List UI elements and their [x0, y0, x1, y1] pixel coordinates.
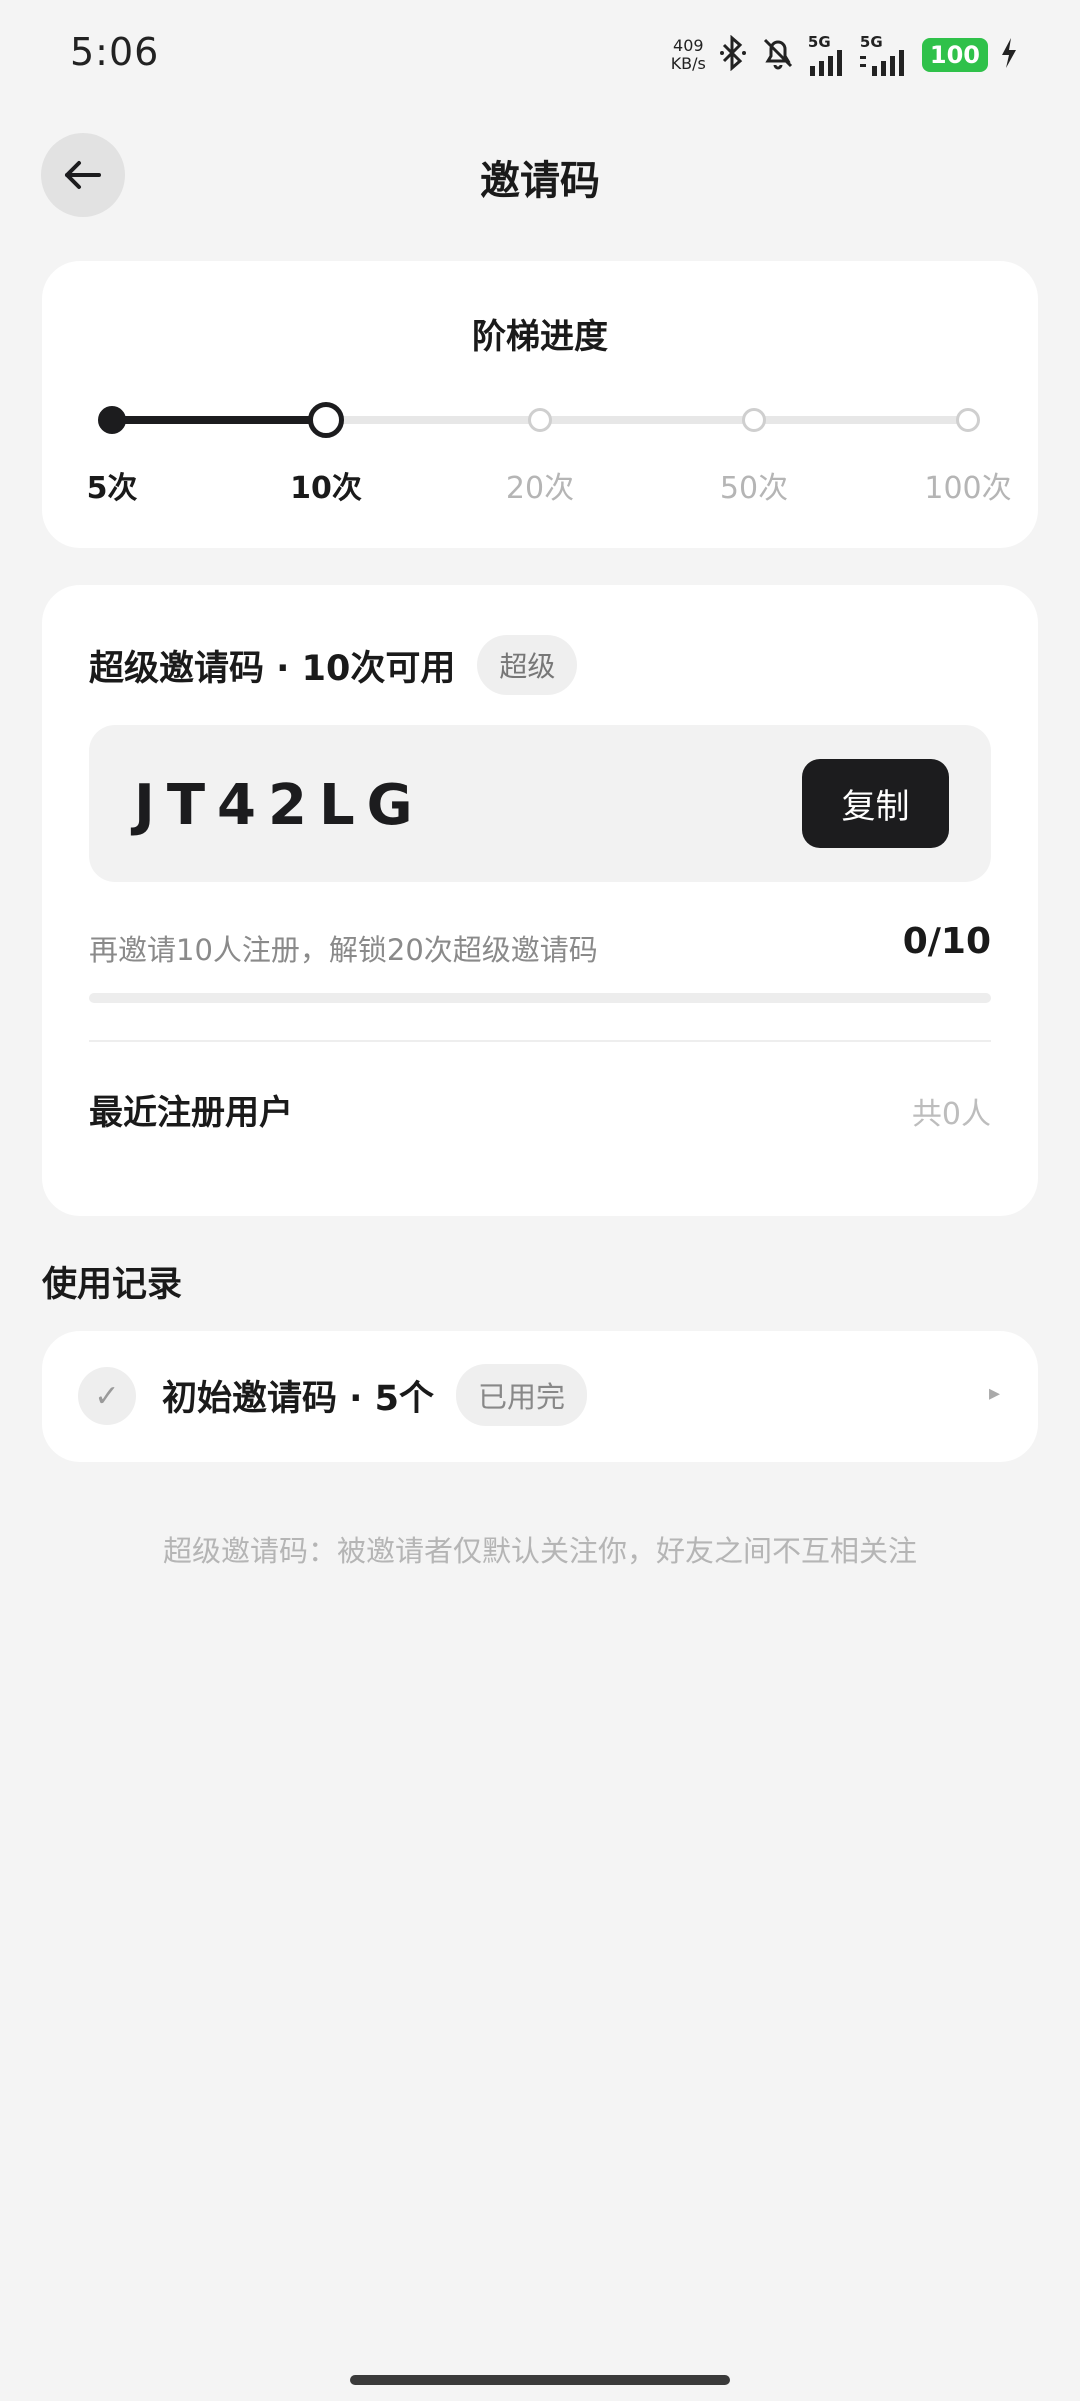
invite-code-card: 超级邀请码 · 10次可用 超级 JT42LG 复制 再邀请10人注册，解锁20…	[42, 585, 1038, 1216]
signal-sim1-icon	[809, 49, 842, 76]
tier-progress-fill	[112, 416, 326, 424]
usage-section-title: 使用记录	[42, 1265, 183, 1305]
tier-step-dot	[742, 408, 766, 432]
tier-step-dot	[528, 408, 552, 432]
copy-button[interactable]: 复制	[802, 759, 949, 848]
signal-sim2-icon	[859, 49, 904, 76]
usage-record-content: 初始邀请码 · 5个 已用完	[162, 1364, 588, 1426]
network-speed-unit: KB/s	[670, 54, 706, 73]
tier-step-label: 100次	[924, 471, 1012, 506]
invite-progress-bar	[89, 993, 991, 1003]
home-indicator[interactable]	[350, 2375, 730, 2385]
network-speed: 409 KB/s	[671, 37, 706, 73]
page-title: 邀请码	[480, 158, 600, 204]
status-time: 5:06	[70, 30, 160, 74]
tier-progress-card: 阶梯进度 5次 10次 20次 50次 100次	[42, 261, 1038, 548]
invite-tier-badge: 超级	[477, 635, 578, 695]
usage-record-item[interactable]: ✓ 初始邀请码 · 5个 已用完 ▸	[42, 1331, 1038, 1462]
recent-users-count: 共0人	[911, 1097, 991, 1132]
signal-sim1: 5G	[807, 32, 848, 76]
unlock-hint: 再邀请10人注册，解锁20次超级邀请码	[89, 933, 598, 967]
recent-users-label[interactable]: 最近注册用户	[89, 1085, 293, 1134]
charging-icon	[1000, 38, 1018, 72]
chevron-right-icon: ▸	[988, 1381, 1000, 1406]
divider	[89, 1040, 991, 1042]
tier-step-dot	[98, 406, 126, 434]
invite-header: 超级邀请码 · 10次可用 超级	[89, 635, 578, 695]
check-icon: ✓	[78, 1367, 136, 1425]
mute-bell-icon	[760, 35, 796, 75]
footnote: 超级邀请码：被邀请者仅默认关注你，好友之间不互相关注	[162, 1534, 917, 1568]
invite-code-box: JT42LG 复制	[89, 725, 991, 882]
tier-step-dot	[956, 408, 980, 432]
invite-code: JT42LG	[134, 773, 425, 838]
signal-sim1-label: 5G	[807, 32, 831, 51]
tier-step-label: 50次	[719, 471, 789, 506]
battery-indicator: 100	[921, 38, 988, 72]
usage-record-text: 初始邀请码 · 5个	[162, 1378, 435, 1419]
status-bar: 5:06 409 KB/s 5G 5G 100	[0, 0, 1080, 110]
signal-sim2-label: 5G	[859, 32, 883, 51]
bluetooth-icon	[718, 34, 748, 75]
status-icons: 409 KB/s 5G 5G 100	[671, 30, 1018, 80]
tier-step-label: 20次	[505, 471, 575, 506]
invite-count: 0/10	[902, 921, 991, 962]
tier-step-label: 10次	[290, 471, 362, 506]
network-speed-value: 409	[673, 36, 704, 55]
tier-step-dot	[308, 402, 344, 438]
signal-sim2: 5G	[859, 32, 910, 76]
usage-status-badge: 已用完	[456, 1364, 588, 1426]
tier-progress-title: 阶梯进度	[472, 317, 608, 357]
tier-step-label: 5次	[86, 471, 138, 506]
invite-title: 超级邀请码 · 10次可用	[89, 648, 456, 689]
